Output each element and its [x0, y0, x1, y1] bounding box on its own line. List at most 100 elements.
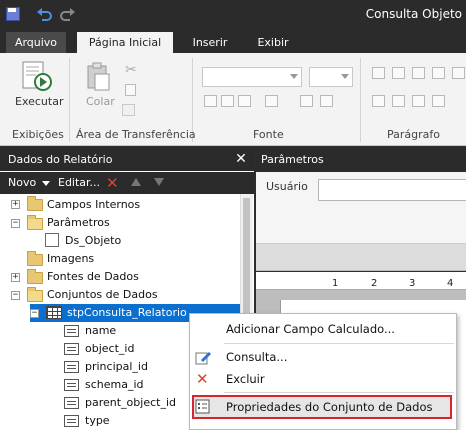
undo-icon[interactable] [36, 7, 52, 21]
field-icon [64, 379, 79, 391]
move-down-icon[interactable] [154, 178, 164, 186]
window-title: Consulta Objeto [365, 7, 462, 21]
tree-item-field[interactable]: name [85, 322, 116, 340]
tree-item-field[interactable]: object_id [85, 340, 134, 358]
run-button-label[interactable]: Executar [15, 95, 64, 108]
ruler-mark: 3 [409, 278, 416, 289]
parameter-icon [45, 233, 59, 247]
font-size-combo[interactable] [309, 67, 353, 87]
edit-query-icon [195, 352, 211, 365]
group-separator [360, 58, 361, 142]
align-right-icon[interactable] [412, 67, 425, 79]
field-icon [64, 325, 79, 337]
tab-exibir[interactable]: Exibir [252, 32, 294, 53]
menu-item-label: Consulta... [226, 350, 288, 364]
report-data-title: Dados do Relatório [0, 148, 254, 171]
group-label-font: Fonte [253, 128, 284, 141]
field-icon [64, 415, 79, 427]
format-painter-icon[interactable] [122, 104, 135, 116]
ruler-mark: 4 [447, 278, 454, 289]
paste-button-label[interactable]: Colar [86, 95, 115, 108]
paragraph-more-icon[interactable] [452, 67, 465, 79]
tree-item-field[interactable]: principal_id [85, 358, 148, 376]
collapse-toggle[interactable]: − [11, 219, 20, 228]
report-data-toolbar [0, 172, 254, 194]
group-separator [69, 58, 70, 142]
decrease-font-button[interactable] [320, 95, 333, 107]
collapse-toggle[interactable]: − [11, 291, 20, 300]
font-family-combo[interactable] [202, 67, 302, 87]
move-up-icon[interactable] [131, 178, 141, 186]
font-color-button[interactable] [265, 95, 278, 107]
align-left-icon[interactable] [372, 67, 385, 79]
increase-font-button[interactable] [300, 95, 313, 107]
tree-item-data-sources[interactable]: Fontes de Dados [47, 268, 139, 286]
valign-top-icon[interactable] [372, 95, 385, 107]
properties-icon [195, 399, 210, 414]
folder-open-icon [27, 287, 43, 302]
tree-item-images[interactable]: Imagens [47, 250, 94, 268]
folder-open-icon [27, 215, 43, 230]
tree-item-builtin-fields[interactable]: Campos Internos [47, 196, 140, 214]
valign-middle-icon[interactable] [392, 95, 405, 107]
menu-item-delete[interactable]: ✕ Excluir [190, 368, 456, 390]
tree-item-dataset[interactable]: stpConsulta_Relatorio [67, 304, 187, 322]
tree-item-field[interactable]: type [85, 412, 110, 430]
expand-toggle[interactable]: + [11, 273, 20, 282]
new-dropdown-chevron-icon[interactable] [42, 181, 50, 186]
field-icon [64, 397, 79, 409]
delete-icon[interactable]: ✕ [106, 174, 119, 192]
menu-item-add-calculated-field[interactable]: Adicionar Campo Calculado... [190, 318, 456, 340]
italic-button[interactable] [221, 95, 234, 107]
edit-button[interactable]: Editar... [58, 172, 100, 194]
menu-item-query[interactable]: Consulta... [190, 346, 456, 368]
close-icon[interactable]: ✕ [232, 148, 250, 171]
list-icon[interactable] [432, 95, 445, 107]
bold-button[interactable] [204, 95, 217, 107]
menu-item-label: Propriedades do Conjunto de Dados [226, 400, 433, 414]
delete-icon: ✕ [196, 370, 209, 388]
tree-item-parameter[interactable]: Ds_Objeto [65, 232, 121, 250]
cut-icon[interactable]: ✂ [125, 62, 137, 78]
folder-icon [27, 196, 43, 211]
menu-separator [224, 392, 454, 393]
tab-inserir[interactable]: Inserir [186, 32, 234, 53]
group-label-views: Exibições [12, 128, 64, 141]
field-icon [64, 343, 79, 355]
redo-icon[interactable] [60, 7, 76, 21]
valign-bottom-icon[interactable] [412, 95, 425, 107]
user-input[interactable] [318, 179, 466, 201]
justify-icon[interactable] [432, 67, 445, 79]
tree-item-field[interactable]: parent_object_id [85, 394, 176, 412]
collapse-toggle[interactable]: − [30, 309, 39, 318]
tree-item-field[interactable]: schema_id [85, 376, 144, 394]
menu-item-label: Excluir [226, 372, 265, 386]
group-label-paragraph: Parágrafo [387, 128, 440, 141]
underline-button[interactable] [238, 95, 251, 107]
horizontal-ruler [256, 272, 466, 290]
folder-icon [27, 269, 43, 284]
folder-icon [27, 251, 43, 266]
parameters-pane-title: Parâmetros [256, 148, 466, 171]
save-icon-label [8, 8, 16, 12]
field-icon [64, 361, 79, 373]
menu-separator [224, 343, 454, 344]
menu-item-label: Adicionar Campo Calculado... [226, 322, 395, 336]
tab-arquivo[interactable]: Arquivo [6, 32, 66, 53]
run-report-icon[interactable] [22, 61, 52, 91]
paste-icon[interactable] [86, 62, 112, 92]
user-label: Usuário [266, 180, 308, 193]
tab-pagina-inicial[interactable]: Página Inicial [77, 32, 173, 53]
copy-icon[interactable] [125, 84, 136, 96]
group-label-clipboard: Área de Transferência [76, 128, 196, 141]
ruler-mark: 2 [371, 278, 378, 289]
align-center-icon[interactable] [392, 67, 405, 79]
dataset-table-icon [46, 306, 62, 319]
ruler-mark: 1 [332, 278, 339, 289]
expand-toggle[interactable]: + [11, 200, 20, 209]
tree-item-datasets[interactable]: Conjuntos de Dados [47, 286, 158, 304]
tree-item-parameters[interactable]: Parâmetros [47, 214, 110, 232]
new-button[interactable]: Novo [8, 172, 36, 194]
menu-item-dataset-properties[interactable]: Propriedades do Conjunto de Dados [190, 396, 456, 418]
parameters-splitter[interactable] [256, 244, 466, 271]
